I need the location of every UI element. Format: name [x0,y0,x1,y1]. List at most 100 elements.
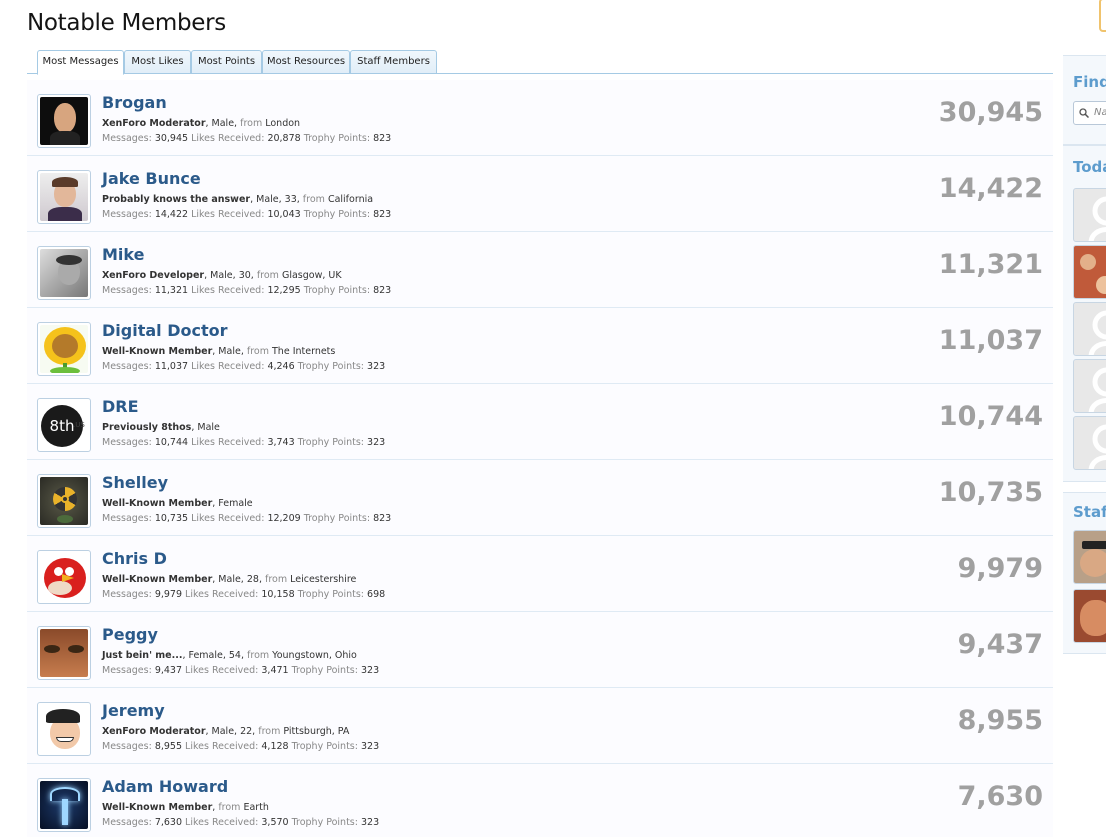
member-stats: Messages: 10,744 Likes Received: 3,743 T… [102,437,385,448]
message-count-large: 7,630 [957,781,1043,812]
member-info: Well-Known Member, Female [102,498,253,509]
likes-count: 20,878 [267,133,304,144]
angry-bird-avatar[interactable] [37,550,91,604]
likes-label: Likes Received: [191,133,268,144]
bw-photo-avatar[interactable] [37,246,91,300]
likes-label: Likes Received: [191,437,268,448]
member-title: XenForo Moderator [102,118,206,129]
default-avatar-icon[interactable] [1073,302,1106,356]
likes-label: Likes Received: [191,209,268,220]
message-count-large: 8,955 [957,705,1043,736]
likes-count: 10,158 [261,589,298,600]
trophy-points-count: 823 [373,133,392,144]
find-member-block: Find Na [1063,55,1106,145]
member-row: Mike XenForo Developer, Male, 30, from G… [27,232,1053,308]
member-location: London [265,118,301,129]
trophy-points-label: Trophy Points: [303,285,374,296]
tab-most-likes[interactable]: Most Likes [124,50,191,74]
trophy-points-count: 823 [373,513,392,524]
member-info: XenForo Moderator, Male, 22, from Pittsb… [102,726,350,737]
messages-count: 11,037 [154,361,192,372]
member-location: Pittsburgh, PA [283,726,350,737]
member-location: Glasgow, UK [281,270,342,281]
likes-label: Likes Received: [185,817,262,828]
messages-label: Messages: [102,133,155,144]
member-name[interactable]: Peggy [102,625,158,644]
young-man-avatar[interactable] [37,170,91,224]
likes-count: 3,570 [261,817,292,828]
member-name[interactable]: Brogan [102,93,167,112]
bald-man-avatar[interactable] [37,94,91,148]
messages-count: 11,321 [154,285,192,296]
kids-photo-avatar[interactable] [1073,245,1106,299]
default-avatar-icon[interactable] [1073,188,1106,242]
default-avatar-icon[interactable] [1073,359,1106,413]
likes-label: Likes Received: [185,665,262,676]
member-name[interactable]: Shelley [102,473,168,492]
likes-label: Likes Received: [185,741,262,752]
member-search-input[interactable]: Na [1073,101,1106,125]
member-title: Well-Known Member [102,802,213,813]
likes-count: 12,295 [267,285,304,296]
member-info: Well-Known Member, Male, from The Intern… [102,346,336,357]
search-placeholder: Na [1094,107,1106,118]
glowing-stag-avatar[interactable] [37,778,91,832]
messages-count: 9,437 [154,665,186,676]
likes-count: 12,209 [267,513,304,524]
member-name[interactable]: DRE [102,397,139,416]
member-stats: Messages: 7,630 Likes Received: 3,570 Tr… [102,817,379,828]
default-avatar-icon[interactable] [1073,416,1106,470]
tab-most-points[interactable]: Most Points [191,50,262,74]
staff-avatar[interactable] [1073,530,1106,584]
member-name[interactable]: Adam Howard [102,777,228,796]
member-name[interactable]: Digital Doctor [102,321,228,340]
message-count-large: 9,437 [957,629,1043,660]
8th-logo-avatar[interactable]: 8th .US [37,398,91,452]
eyes-closeup-avatar[interactable] [37,626,91,680]
member-info: Previously 8thos, Male [102,422,220,433]
tab-most-resources[interactable]: Most Resources [262,50,350,74]
tab-most-messages[interactable]: Most Messages [37,50,124,75]
tab-bar: Most Messages Most Likes Most Points Mos… [27,50,1053,75]
member-title: Well-Known Member [102,346,213,357]
member-location: Leicestershire [290,574,357,585]
likes-label: Likes Received: [191,513,268,524]
member-row: 8th .US DRE Previously 8thos, Male Messag… [27,384,1053,460]
from-label: from [247,650,273,661]
member-stats: Messages: 9,437 Likes Received: 3,471 Tr… [102,665,379,676]
staff-online-block: Staff [1063,492,1106,654]
radiation-symbol-avatar[interactable] [37,474,91,528]
trophy-points-count: 698 [367,589,386,600]
trophy-points-label: Trophy Points: [291,817,361,828]
member-name[interactable]: Chris D [102,549,167,568]
search-icon [1079,108,1089,118]
message-count-large: 9,979 [957,553,1043,584]
member-info: XenForo Developer, Male, 30, from Glasgo… [102,270,342,281]
messages-count: 7,630 [154,817,186,828]
staff-heading: Staff [1073,503,1106,521]
member-name[interactable]: Jeremy [102,701,165,720]
message-count-large: 30,945 [938,97,1043,128]
member-info: Just bein' me..., Female, 54, from Young… [102,650,357,661]
messages-count: 10,744 [154,437,192,448]
member-stats: Messages: 11,037 Likes Received: 4,246 T… [102,361,385,372]
member-info: Well-Known Member, Male, 28, from Leices… [102,574,357,585]
messages-label: Messages: [102,741,155,752]
notice-icon [1099,0,1106,32]
member-name[interactable]: Jake Bunce [102,169,201,188]
tab-staff-members[interactable]: Staff Members [350,50,437,74]
trophy-points-label: Trophy Points: [291,665,361,676]
sidebar-top-block [1063,0,1106,50]
messages-count: 10,735 [154,513,192,524]
sunflower-avatar[interactable] [37,322,91,376]
member-row: Shelley Well-Known Member, Female Messag… [27,460,1053,536]
staff-avatar[interactable] [1073,589,1106,643]
member-name[interactable]: Mike [102,245,144,264]
sidebar: Find Na Toda Staff [1063,0,1106,837]
likes-count: 3,471 [261,665,292,676]
trophy-points-label: Trophy Points: [291,741,361,752]
from-label: from [258,726,284,737]
from-label: from [218,802,244,813]
likes-count: 4,246 [267,361,298,372]
cartoon-cap-avatar[interactable] [37,702,91,756]
